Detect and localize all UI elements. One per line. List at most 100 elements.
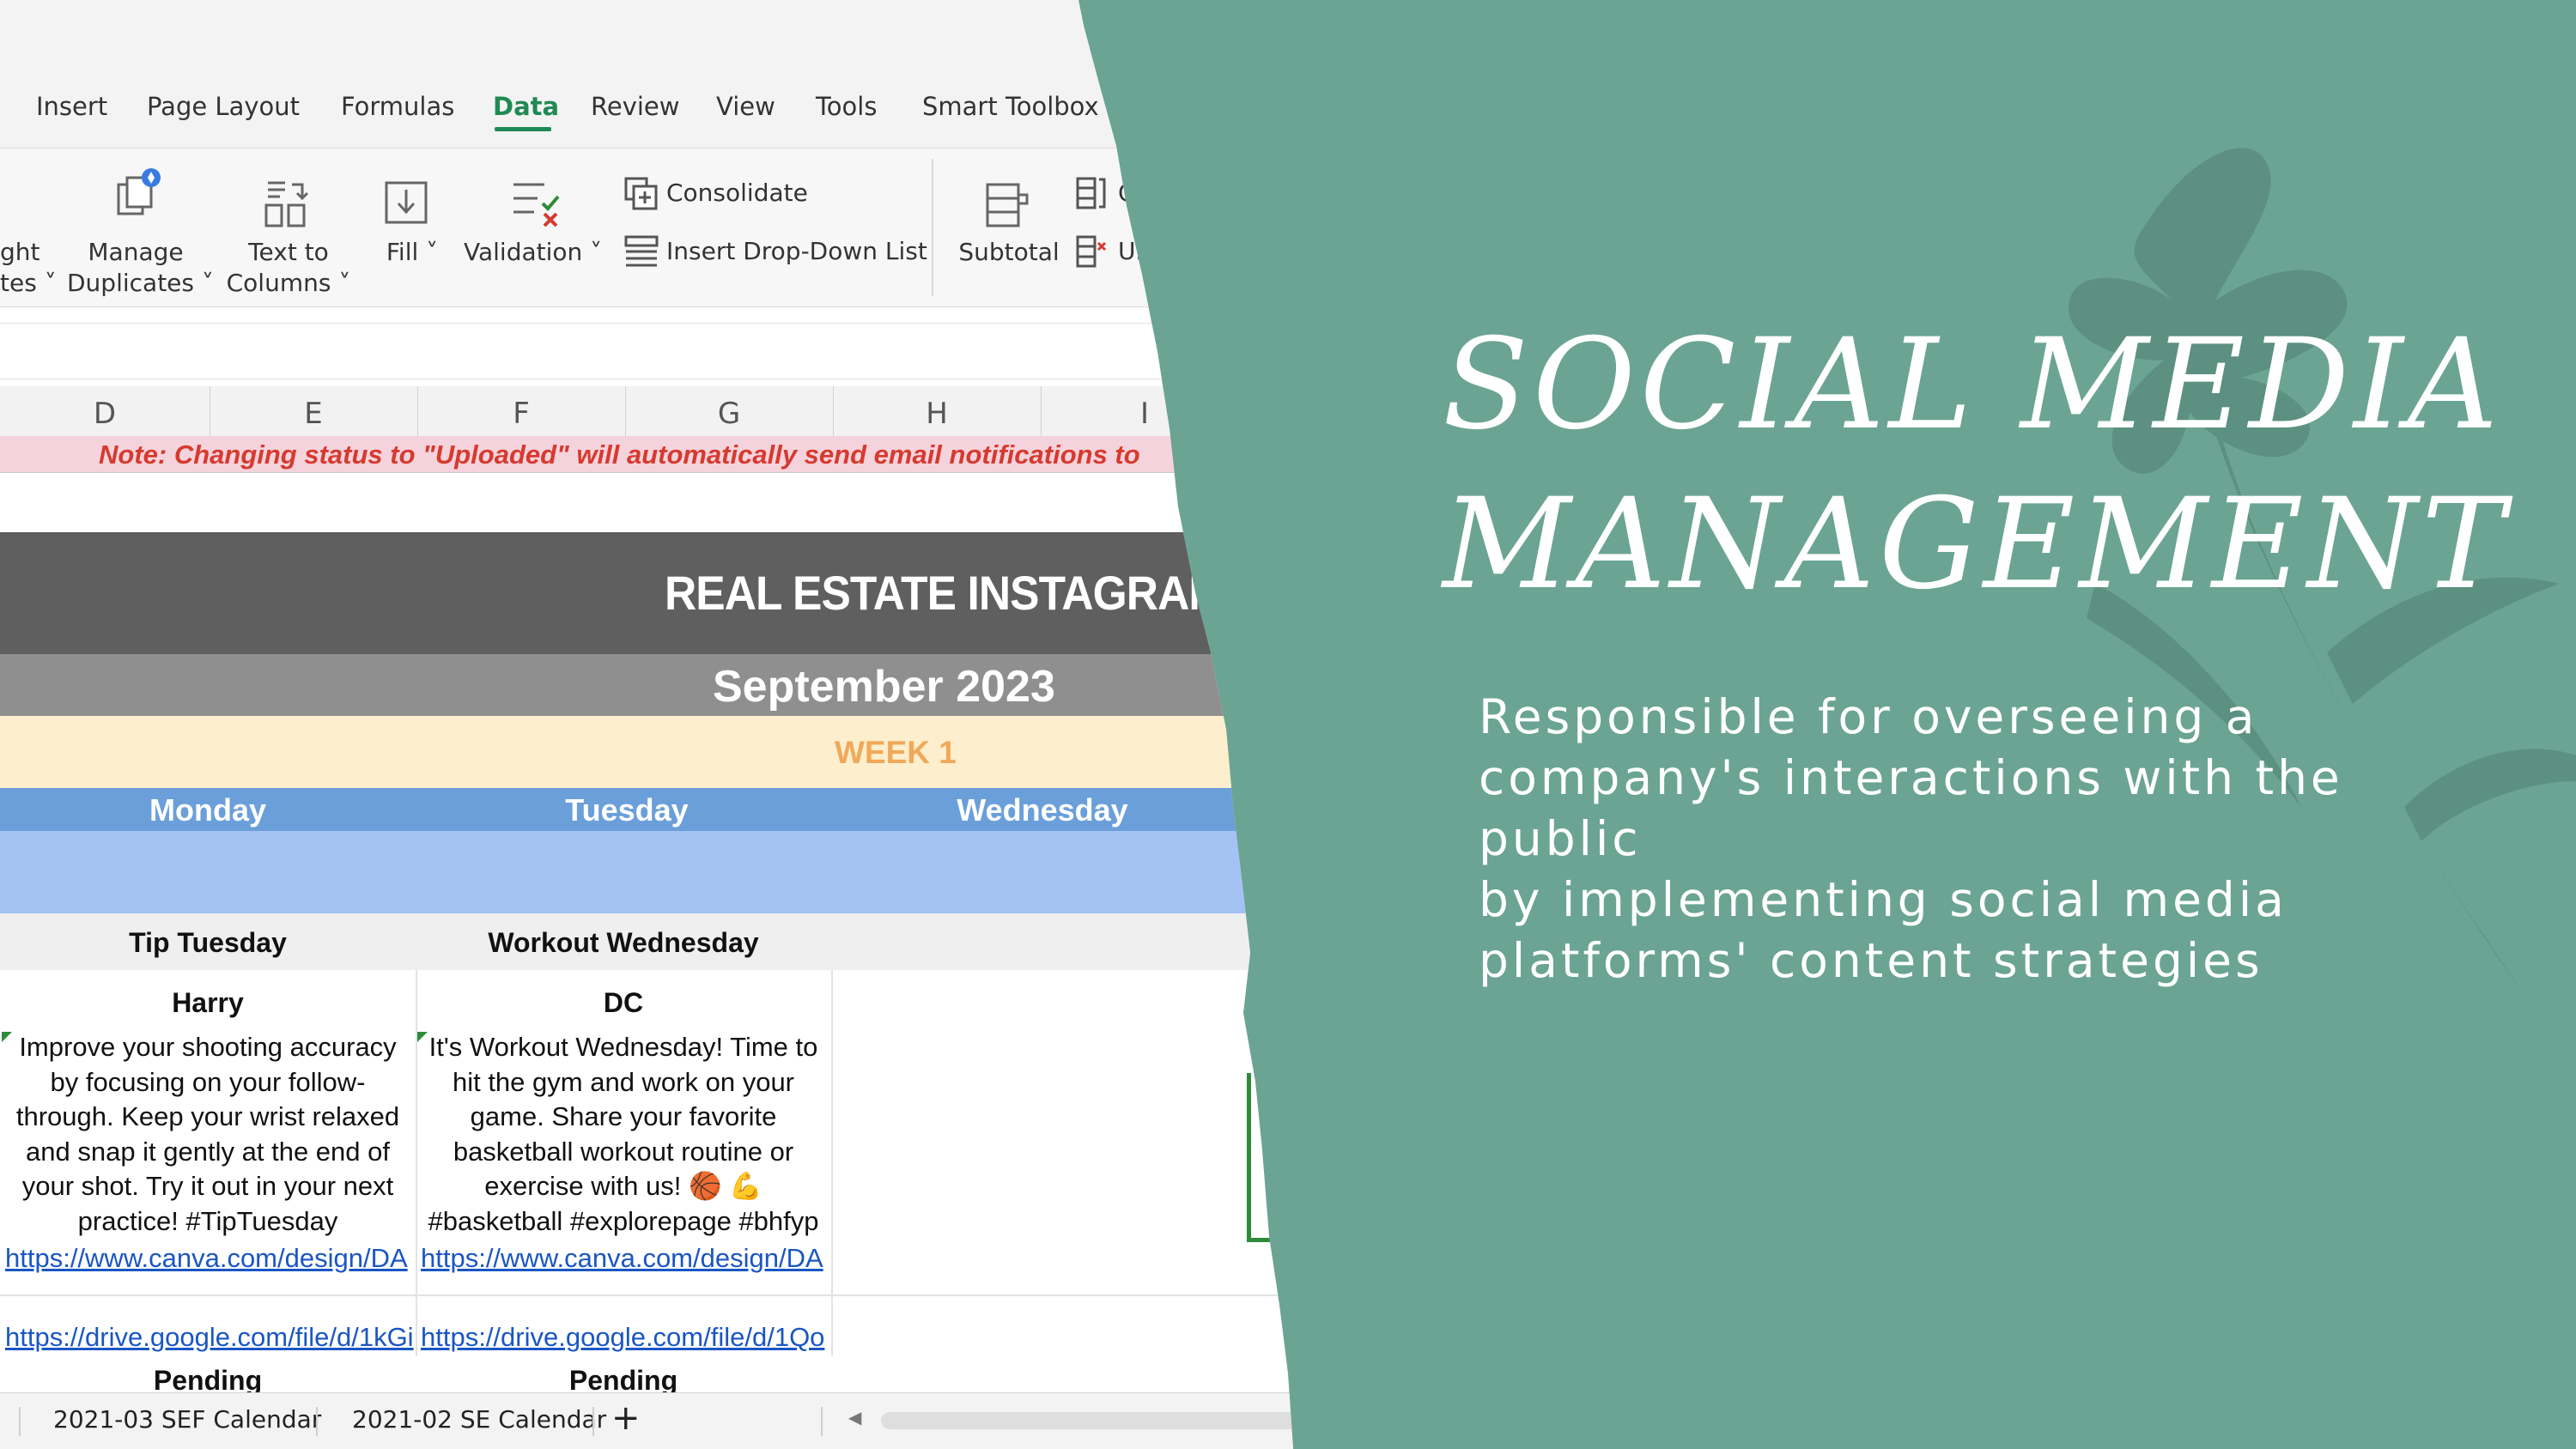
ribbon-label: Insert Drop-Down List bbox=[666, 237, 927, 265]
duplicates-icon bbox=[117, 168, 161, 215]
month-label: September 2023 bbox=[713, 662, 1055, 712]
description-line: Responsible for overseeing a bbox=[1479, 689, 2258, 744]
sheet-tab[interactable]: 2021-03 SEF Calendar bbox=[53, 1405, 321, 1434]
post-theme[interactable]: Workout Wednesday bbox=[416, 927, 831, 959]
canva-design-link[interactable]: https://www.canva.com/design/DA bbox=[421, 1243, 829, 1274]
ribbon-label: Subtotal bbox=[958, 238, 1060, 266]
note-text: Note: Changing status to "Uploaded" will… bbox=[99, 440, 1140, 470]
description-line: platforms' content strategies bbox=[1479, 933, 2263, 988]
caption-line: #basketball #explorepage #bhfyp bbox=[428, 1205, 819, 1236]
menu-formulas[interactable]: Formulas bbox=[341, 92, 454, 121]
column-header[interactable]: E bbox=[210, 386, 418, 436]
note-row: Note: Changing status to "Uploaded" will… bbox=[0, 436, 1293, 473]
column-header-row: D E F G H I bbox=[0, 386, 1293, 437]
slide-description: Responsible for overseeing a company's i… bbox=[1479, 687, 2492, 991]
caption-line: practice! #TipTuesday bbox=[77, 1205, 338, 1236]
calendar-title: REAL ESTATE INSTAGRAM bbox=[665, 566, 1225, 620]
caption-line: exercise with us! 🏀 💪 bbox=[484, 1171, 762, 1201]
add-sheet-button[interactable]: + bbox=[611, 1398, 641, 1438]
caption-line: game. Share your favorite bbox=[470, 1101, 777, 1131]
sheet-tab[interactable]: 2021-02 SE Calendar bbox=[352, 1405, 606, 1434]
scroll-left-icon[interactable]: ◀ bbox=[848, 1407, 861, 1428]
post-theme[interactable]: Tip Tuesday bbox=[0, 927, 416, 959]
menu-smart-toolbox[interactable]: Smart Toolbox bbox=[922, 92, 1099, 121]
caption-line: through. Keep your wrist relaxed bbox=[15, 1101, 400, 1131]
post-caption-cell[interactable]: Improve your shooting accuracy by focusi… bbox=[0, 1030, 416, 1239]
empty-blue-row bbox=[0, 831, 1293, 913]
chevron-down-icon: ˅ bbox=[36, 269, 57, 297]
column-header[interactable]: H bbox=[833, 386, 1042, 436]
caption-line: basketball workout routine or bbox=[453, 1136, 794, 1167]
column-header[interactable]: F bbox=[417, 386, 626, 436]
cell-divider bbox=[0, 1294, 1293, 1296]
day-monday: Monday bbox=[149, 792, 266, 828]
caption-line: your shot. Try it out in your next bbox=[21, 1171, 394, 1201]
post-caption-cell[interactable]: It's Workout Wednesday! Time to hit the … bbox=[416, 1030, 831, 1239]
description-line: by implementing social media bbox=[1479, 872, 2287, 927]
caption-line: and snap it gently at the end of bbox=[26, 1136, 390, 1167]
ribbon-label: Duplicates bbox=[67, 269, 194, 297]
theme-row: Tip Tuesday Workout Wednesday bbox=[0, 913, 1293, 970]
spreadsheet-window: Insert Page Layout Formulas Data Review … bbox=[0, 0, 1293, 1449]
menu-insert[interactable]: Insert bbox=[36, 92, 107, 121]
ribbon-label: Consolidate bbox=[666, 179, 808, 207]
caption-line: Improve your shooting accuracy bbox=[19, 1032, 397, 1062]
dropdown-list-icon bbox=[624, 235, 659, 267]
group-icon bbox=[1076, 177, 1106, 209]
sheet-tabs-bar: 2021-03 SEF Calendar 2021-02 SE Calendar… bbox=[0, 1392, 1293, 1449]
day-wednesday: Wednesday bbox=[957, 792, 1128, 828]
ribbon-label: Fill bbox=[386, 238, 419, 266]
formula-bar[interactable] bbox=[0, 323, 1293, 379]
post-author[interactable]: DC bbox=[416, 987, 831, 1019]
subtotal-icon bbox=[986, 183, 1029, 227]
menu-review[interactable]: Review bbox=[591, 92, 679, 121]
menu-tools[interactable]: Tools bbox=[816, 92, 877, 121]
week-row: WEEK 1 bbox=[0, 716, 1293, 788]
slide-title-line: MANAGEMENT bbox=[1443, 471, 2510, 617]
post-author[interactable]: Harry bbox=[0, 987, 416, 1019]
spreadsheet-screenshot: Insert Page Layout Formulas Data Review … bbox=[0, 0, 1293, 1449]
slide-title: SOCIAL MEDIA MANAGEMENT bbox=[1443, 305, 2510, 624]
chevron-down-icon: ˅ bbox=[418, 238, 439, 266]
chevron-down-icon: ˅ bbox=[331, 269, 351, 297]
chevron-down-icon: ˅ bbox=[193, 269, 214, 297]
menu-page-layout[interactable]: Page Layout bbox=[147, 92, 300, 121]
caption-line: It's Workout Wednesday! Time to bbox=[428, 1032, 818, 1062]
day-tuesday: Tuesday bbox=[565, 792, 689, 828]
ribbon-label: Text to bbox=[248, 238, 329, 266]
caption-line: hit the gym and work on your bbox=[452, 1066, 795, 1097]
ribbon-label: tes bbox=[0, 269, 37, 297]
menu-data[interactable]: Data bbox=[493, 92, 559, 121]
ribbon-label: Columns bbox=[226, 269, 331, 297]
menu-view[interactable]: View bbox=[716, 92, 775, 121]
month-banner: September 2023 bbox=[0, 654, 1293, 716]
day-header-row: Monday Tuesday Wednesday bbox=[0, 788, 1293, 831]
caption-line: by focusing on your follow- bbox=[50, 1066, 366, 1097]
column-header[interactable]: D bbox=[0, 386, 210, 436]
horizontal-scrollbar[interactable] bbox=[881, 1412, 1293, 1429]
calendar-title-banner: REAL ESTATE INSTAGRAM bbox=[0, 532, 1293, 654]
ribbon-separator bbox=[932, 159, 933, 296]
description-line: company's interactions with the public bbox=[1479, 750, 2343, 866]
fill-down-icon bbox=[385, 181, 428, 224]
canva-design-link[interactable]: https://www.canva.com/design/DA bbox=[5, 1243, 414, 1274]
ribbon-label: Validation bbox=[464, 238, 583, 266]
consolidate-icon bbox=[624, 177, 658, 210]
slide-title-line: SOCIAL MEDIA bbox=[1443, 312, 2503, 458]
drive-file-link[interactable]: https://drive.google.com/file/d/1kGi bbox=[5, 1322, 414, 1353]
column-header[interactable]: G bbox=[625, 386, 834, 436]
tab-separator bbox=[592, 1407, 594, 1436]
ungroup-icon bbox=[1076, 235, 1107, 268]
week-label: WEEK 1 bbox=[835, 735, 957, 770]
tab-separator bbox=[19, 1407, 21, 1436]
drive-file-link[interactable]: https://drive.google.com/file/d/1Qo bbox=[421, 1322, 829, 1353]
tab-separator bbox=[821, 1407, 823, 1436]
flower-shadow-illustration bbox=[2068, 148, 2576, 996]
ribbon-label: ght bbox=[0, 238, 40, 266]
validation-icon bbox=[513, 183, 560, 227]
text-to-columns-icon bbox=[264, 181, 309, 227]
tab-separator bbox=[316, 1407, 318, 1436]
data-ribbon: ght tes ˅ Manage Duplicates ˅ Text to Co… bbox=[0, 148, 1293, 307]
highlight-duplicates-button[interactable]: ght tes ˅ bbox=[0, 237, 57, 299]
cell-divider bbox=[831, 970, 833, 1356]
